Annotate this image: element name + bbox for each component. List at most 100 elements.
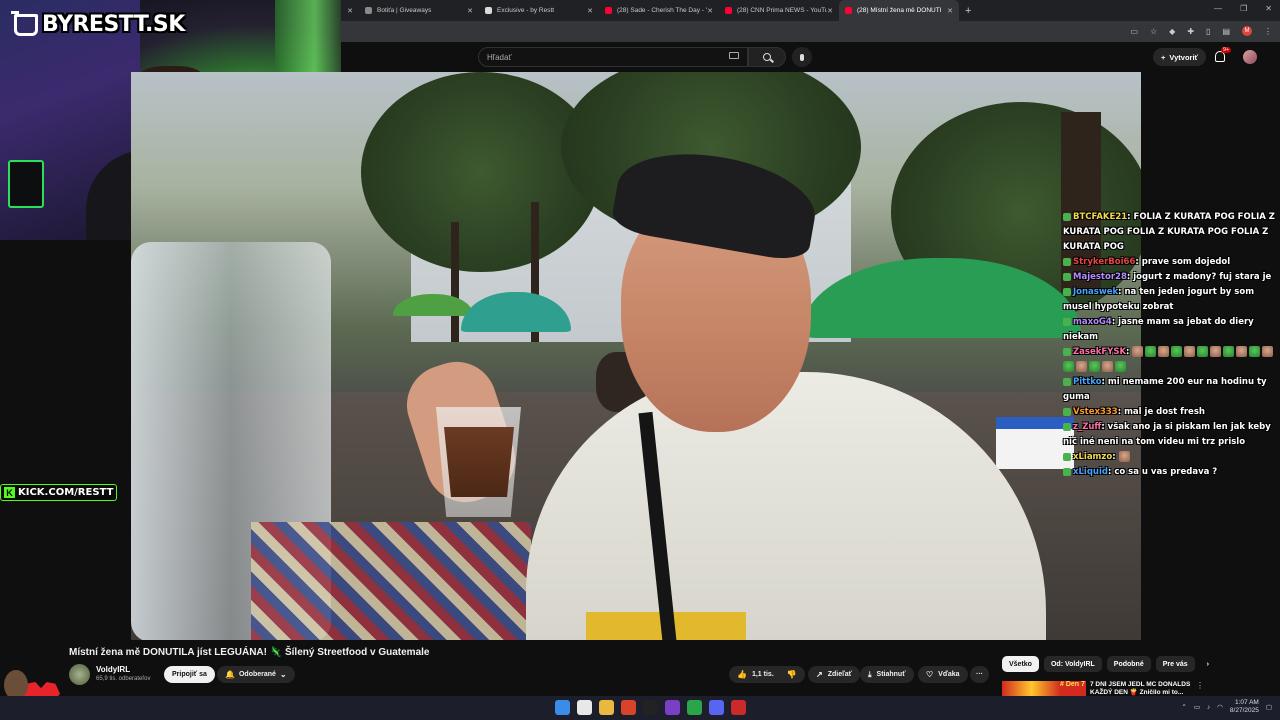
chip-from-channel[interactable]: Od: VoldyIRL [1043,656,1102,672]
address-bar[interactable]: ▭ ☆ ◆ ✚ ▯ ▤ M ⋮ [341,21,1280,42]
subscribed-button[interactable]: 🔔 Odoberané ⌄ [217,666,295,683]
sidebar-icon[interactable]: ▤ [1222,27,1230,36]
page-icon [365,7,372,14]
more-button[interactable]: ··· [970,666,989,683]
twitch-icon[interactable] [665,700,680,715]
clock[interactable]: 1:07 AM 8/27/2025 [1230,699,1259,715]
battery-icon[interactable]: ▭ [1194,703,1200,711]
emote-icon [1197,346,1209,357]
wifi-icon[interactable]: ◠ [1217,703,1223,711]
chat-overlay: BTCFAKE21: FOLIA Z KURATA POG FOLIA Z KU… [1063,210,1278,480]
cast-icon[interactable]: ▭ [1130,27,1138,36]
close-icon[interactable]: ✕ [341,0,359,21]
video-title: Místní žena mě DONUTILA jíst LEGUÁNA! 🦎 … [69,647,430,658]
speaker-icon[interactable]: ♪ [1207,704,1210,711]
keyboard-icon[interactable] [729,52,739,59]
chrome-icon[interactable] [687,700,702,715]
tab-close-icon[interactable]: ✕ [467,7,473,15]
chip-related[interactable]: Podobné [1106,656,1151,672]
notification-icon[interactable]: ▢ [1266,703,1272,711]
windows-taskbar: ⌃ ▭ ♪ ◠ 1:07 AM 8/27/2025 ▢ [0,696,1280,720]
browser-window: ✕ Botiťa | Giveaways ✕ Exclusive - by Re… [341,0,1280,72]
tab-cnn[interactable]: (28) CNN Prima NEWS - YouTub ✕ [719,0,839,21]
tab-botita[interactable]: Botiťa | Giveaways ✕ [359,0,479,21]
join-button[interactable]: Pripojiť sa [164,666,215,683]
search-button[interactable] [748,47,786,67]
chat-username: Vstex333 [1073,407,1118,417]
maximize-icon[interactable]: ❐ [1240,4,1247,13]
search-icon[interactable] [577,700,592,715]
market-textiles [251,522,531,640]
thumbs-down-icon[interactable]: 👎 [787,670,797,679]
like-button[interactable]: 👍 1,1 tis. 👎 [729,666,805,683]
emote-icon [1076,361,1087,372]
chat-message: StrykerBoi66: prave som dojedol [1063,255,1278,270]
pc-case [8,160,44,208]
share-button[interactable]: ↗ Zdieľať [808,666,861,683]
folder-icon[interactable] [599,700,614,715]
search-icon [763,53,771,61]
notification-badge: 9+ [1221,47,1232,53]
mic-icon [800,53,804,61]
discord-icon[interactable] [709,700,724,715]
chat-username: Jonaswek [1073,287,1119,297]
emote-icon [1132,346,1144,357]
tab-exclusive[interactable]: Exclusive - by Restt ✕ [479,0,599,21]
profile-icon[interactable]: M [1242,26,1252,36]
chat-username: BTCFAKE21 [1073,212,1128,222]
kebab-icon[interactable]: ⋮ [1196,681,1204,690]
video-player[interactable] [131,72,1141,640]
recommended-video[interactable]: # Den 7 7 DNÍ JSEM JEDL MC DONALDS KAŽDÝ… [1002,681,1272,696]
split-icon[interactable]: ▯ [1206,27,1210,36]
chat-message: z_Zuff: však ano ja si piskam len jak ke… [1063,422,1271,447]
channel-name[interactable]: VoldyIRL [96,665,130,674]
tab-close-icon[interactable]: ✕ [827,7,833,15]
toolbar-icons: ▭ ☆ ◆ ✚ ▯ ▤ M ⋮ [1130,26,1272,36]
emote-icon [1236,346,1248,357]
emote-icon [1063,361,1074,372]
emote-icon [1118,451,1130,462]
obs-icon[interactable] [643,700,658,715]
new-tab-button[interactable]: + [965,5,971,17]
chip-for-you[interactable]: Pre vás [1155,656,1195,672]
tab-close-icon[interactable]: ✕ [947,7,953,15]
download-icon: ⤓ [868,669,872,679]
tab-close-icon[interactable]: ✕ [587,7,593,15]
minimize-icon[interactable]: — [1214,4,1222,13]
menu-icon[interactable]: ⋮ [1264,27,1272,36]
start-icon[interactable] [555,700,570,715]
puzzle-icon[interactable]: ✚ [1187,27,1194,36]
create-button[interactable]: + Vytvoriť [1153,48,1207,66]
search-input[interactable]: Hľadať [478,47,748,67]
chat-badge-icon [1063,377,1071,386]
chat-username: maxoG4 [1073,317,1112,327]
stream-screen: BYRESTT.SK ✕ Botiťa | Giveaways ✕ Exclus… [0,0,1280,720]
channel-avatar[interactable] [69,664,90,685]
voice-search-button[interactable] [792,47,812,67]
avatar[interactable] [1243,50,1257,64]
chevron-up-icon[interactable]: ⌃ [1181,703,1186,711]
chat-message: xLiamzo: [1063,450,1278,465]
chat-text: mal je dost fresh [1124,407,1205,417]
star-icon[interactable]: ☆ [1150,27,1157,36]
extension-icon[interactable]: ◆ [1169,27,1175,36]
youtube-icon [725,7,732,14]
emote-icon [1115,361,1126,372]
tab-close-icon[interactable]: ✕ [707,7,713,15]
close-window-icon[interactable]: ✕ [1265,4,1272,13]
chevron-right-icon[interactable]: › [1200,656,1216,672]
emote-icon [1145,346,1157,357]
tab-sade[interactable]: (28) Sade - Cherish The Day - Y ✕ [599,0,719,21]
chip-all[interactable]: Všetko [1002,656,1039,672]
chat-message: BTCFAKE21: FOLIA Z KURATA POG FOLIA Z KU… [1063,212,1275,252]
chat-badge-icon [1063,452,1071,461]
app-icon[interactable] [731,700,746,715]
thanks-button[interactable]: ♡ Vďaka [918,666,968,683]
recommended-title[interactable]: 7 DNÍ JSEM JEDL MC DONALDS KAŽDÝ DEN 🍟 Z… [1090,681,1200,696]
brave-icon[interactable] [621,700,636,715]
download-button[interactable]: ⤓ Stiahnuť [860,666,914,683]
tab-active-video[interactable]: (28) Místní žena mě DONUTI ✕ [839,0,959,21]
emote-icon [1249,346,1261,357]
taskbar-apps [555,700,746,715]
chat-username: Majestor28 [1073,272,1127,282]
